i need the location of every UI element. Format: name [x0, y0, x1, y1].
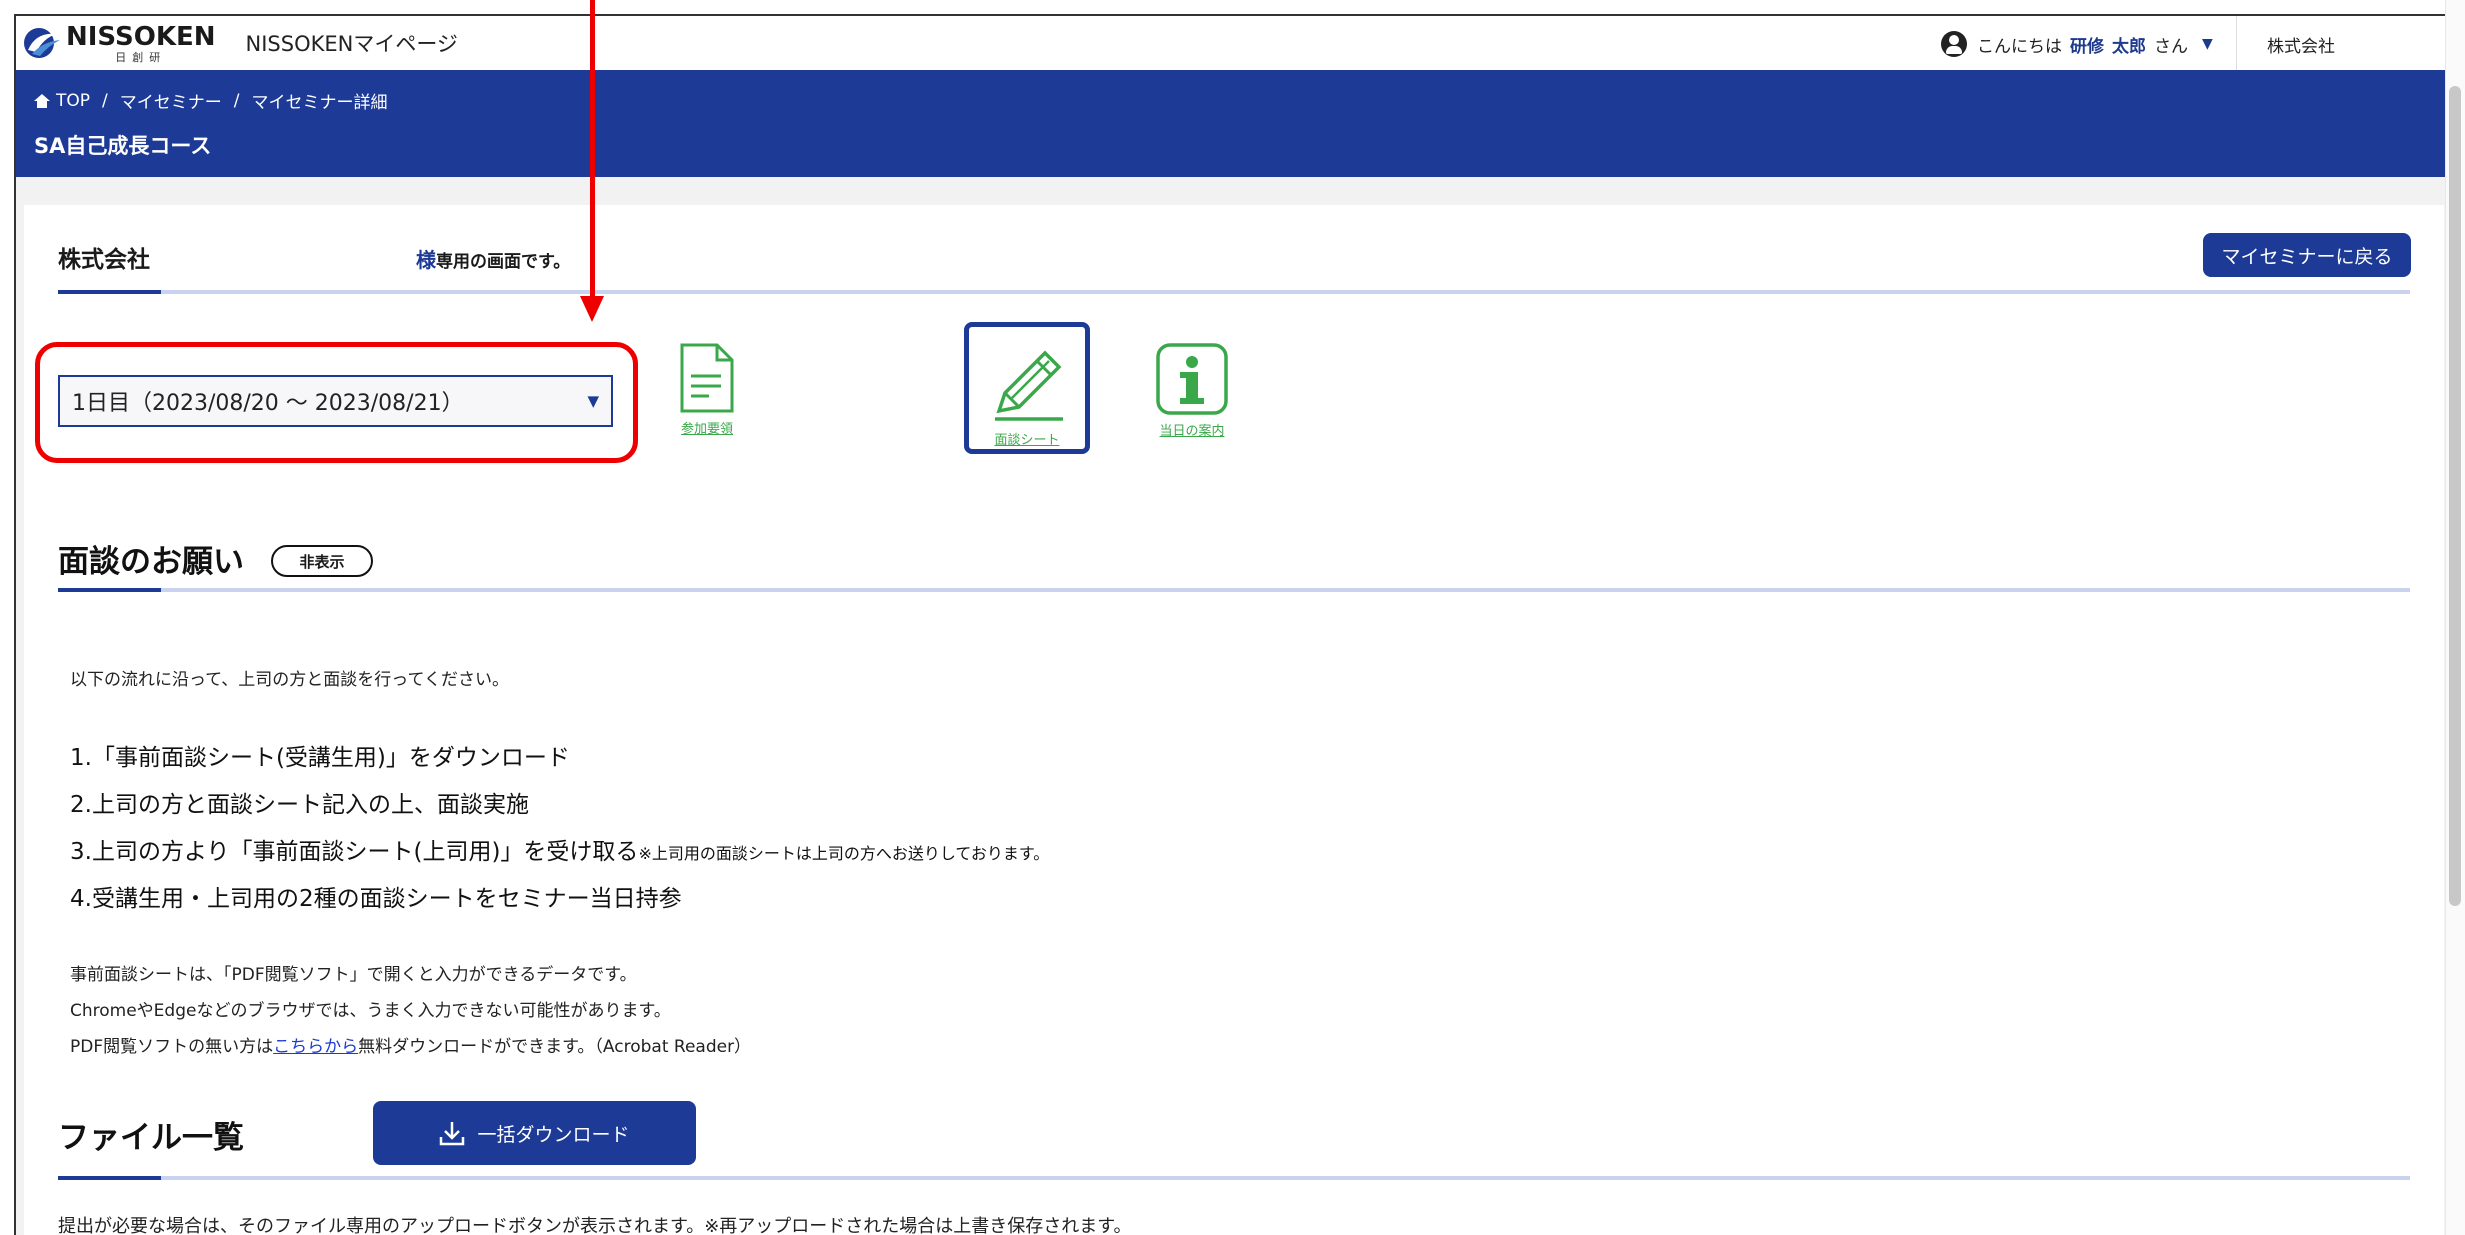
interview-heading: 面談のお願い [58, 544, 244, 580]
participation-guide-link[interactable]: 参加要領 [672, 342, 742, 437]
app-title: NISSOKENマイページ [245, 32, 458, 56]
upload-notice: 提出が必要な場合は、そのファイル専用のアップロードボタンが表示されます。※再アッ… [58, 1216, 1132, 1235]
breadcrumb-separator: / [233, 90, 240, 111]
caret-down-icon[interactable]: ▼ [2202, 36, 2213, 52]
page-title: SA自己成長コース [34, 134, 212, 158]
pdf-note-3-pre: PDF閲覧ソフトの無い方は [70, 1037, 274, 1057]
participation-guide-label: 参加要領 [680, 422, 733, 437]
info-icon [1156, 343, 1228, 415]
section-divider [58, 588, 2410, 592]
step-2: 2.上司の方と面談シート記入の上、面談実施 [70, 792, 529, 818]
bulk-download-button[interactable]: 一括ダウンロード [373, 1101, 696, 1165]
user-first-name: 太郎 [2112, 36, 2146, 57]
dropdown-triangle-icon: ▼ [587, 392, 599, 410]
user-circle-icon [1941, 31, 1967, 57]
day-guide-link[interactable]: 当日の案内 [1150, 342, 1234, 439]
day-guide-label: 当日の案内 [1159, 424, 1225, 439]
file-list-heading: ファイル一覧 [58, 1120, 244, 1156]
step-3-text: 3.上司の方より「事前面談シート(上司用)」を受け取る [70, 839, 639, 865]
pdf-note-1: 事前面談シートは、「PDF閲覧ソフト」で開くと入力ができるデータです。 [70, 965, 637, 985]
day-select-value: 1日目（2023/08/20 〜 2023/08/21） [72, 391, 464, 416]
pdf-note-2: ChromeやEdgeなどのブラウザでは、うまく入力できない可能性があります。 [70, 1001, 671, 1021]
home-icon [34, 93, 50, 108]
interview-intro: 以下の流れに沿って、上司の方と面談を行ってください。 [70, 670, 509, 690]
download-icon [440, 1122, 465, 1146]
greeting-text: こんにちは [1977, 36, 2062, 57]
breadcrumb-seminar-detail: マイセミナー詳細 [251, 93, 388, 113]
bulk-download-label: 一括ダウンロード [477, 1123, 630, 1146]
logo-subtext: 日創研 [115, 50, 167, 64]
user-menu[interactable]: こんにちは 研修 太郎 さん ▼ [1941, 16, 2213, 72]
annotation-arrow-line [590, 0, 595, 300]
logo-mark-icon [24, 28, 60, 58]
interview-sheet-label: 面談シート [994, 433, 1060, 448]
pencil-icon [995, 350, 1063, 421]
breadcrumb: TOP / マイセミナー / マイセミナー詳細 [34, 88, 388, 113]
day-select[interactable]: 1日目（2023/08/20 〜 2023/08/21） ▼ [58, 375, 613, 427]
step-3-note: ※上司用の面談シートは上司の方へお送りしております。 [638, 844, 1050, 863]
back-to-my-seminar-button[interactable]: マイセミナーに戻る [2203, 233, 2411, 277]
dedicated-screen-text: 様専用の画面です。 [416, 244, 570, 273]
step-4: 4.受講生用・上司用の2種の面談シートをセミナー当日持参 [70, 886, 682, 912]
top-header: NISSOKEN 日創研 NISSOKENマイページ こんにちは 研修 太郎 さ… [14, 14, 2465, 72]
dedicated-label: 専用の画面です。 [436, 252, 571, 272]
breadcrumb-my-seminar[interactable]: マイセミナー [120, 88, 222, 113]
document-icon [680, 343, 734, 413]
sama-text: 様 [416, 248, 436, 272]
honorific: さん [2154, 36, 2188, 57]
logo-text: NISSOKEN [66, 21, 216, 52]
step-3: 3.上司の方より「事前面談シート(上司用)」を受け取る※上司用の面談シートは上司… [70, 832, 1049, 866]
interview-sheet-link[interactable]: 面談シート [964, 322, 1090, 454]
nissoken-logo[interactable]: NISSOKEN 日創研 [22, 24, 216, 63]
breadcrumb-top[interactable]: TOP [56, 91, 90, 111]
hide-button[interactable]: 非表示 [271, 545, 373, 577]
company-name-top: 株式会社 [2236, 16, 2465, 72]
annotation-arrow-head-icon [580, 296, 604, 322]
section-divider [58, 290, 2410, 294]
user-last-name: 研修 [2070, 36, 2104, 57]
scrollbar-thumb[interactable] [2449, 86, 2461, 906]
breadcrumb-separator: / [102, 90, 108, 111]
pdf-note-3: PDF閲覧ソフトの無い方はこちらから無料ダウンロードができます。（Acrobat… [70, 1032, 751, 1057]
step-1: 1.「事前面談シート(受講生用)」をダウンロード [70, 745, 570, 771]
acrobat-download-link[interactable]: こちらから [273, 1037, 358, 1057]
title-banner: TOP / マイセミナー / マイセミナー詳細 SA自己成長コース [14, 70, 2465, 177]
company-name: 株式会社 [58, 247, 150, 273]
section-divider [58, 1176, 2410, 1180]
pdf-note-3-post: 無料ダウンロードができます。（Acrobat Reader） [358, 1037, 752, 1057]
